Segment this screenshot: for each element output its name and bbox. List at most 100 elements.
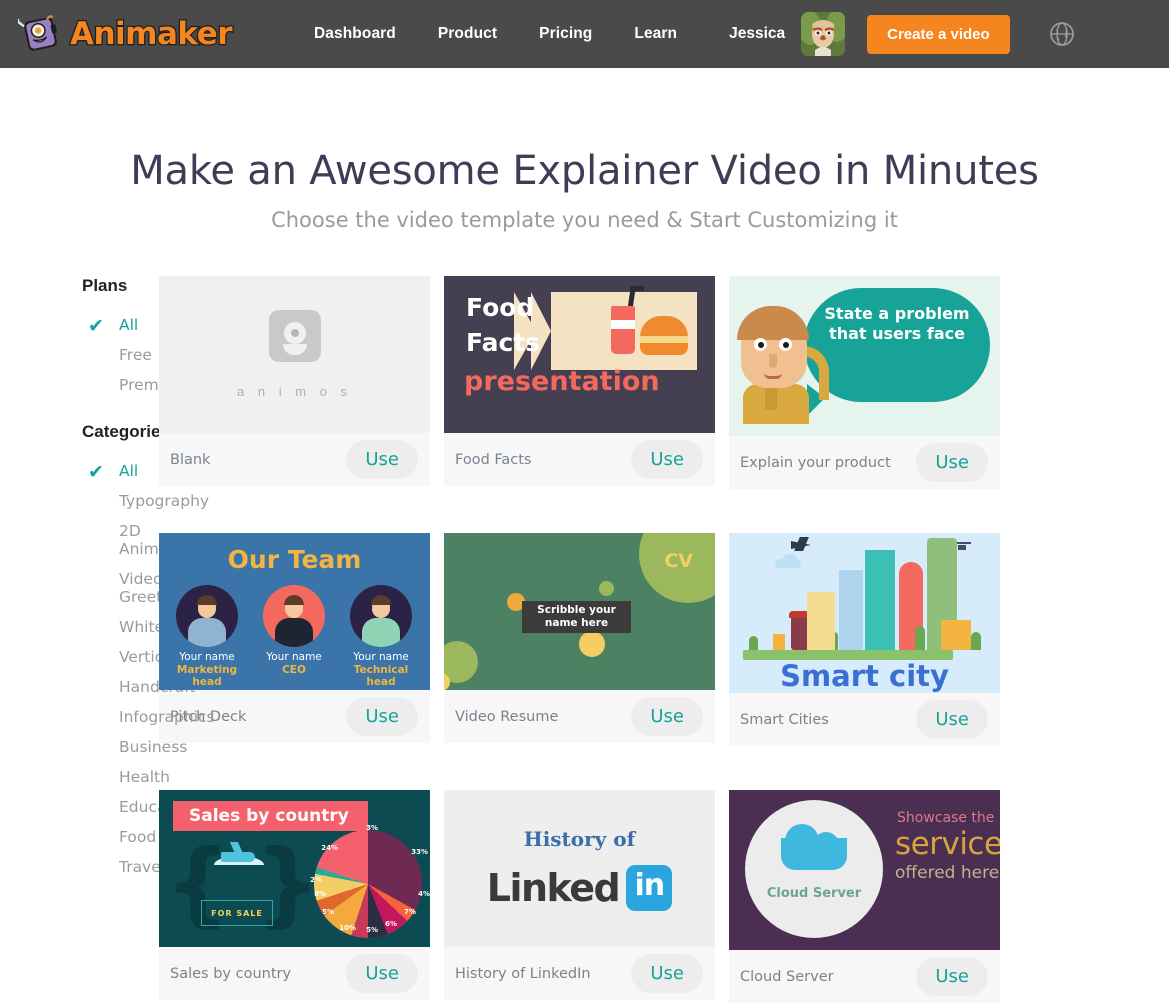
thumb-line-2: Facts — [466, 328, 540, 357]
linked-wordmark: Linked — [487, 866, 620, 910]
template-card-video-resume[interactable]: CV Scribble your name here Video Resume … — [444, 533, 715, 743]
filter-label: Free — [119, 346, 152, 364]
pie-label-2: 2% — [310, 876, 322, 884]
pie-label-7: 7% — [404, 908, 416, 916]
filters-sidebar: Plans ✔ All Free Premium Categories ✔ Al… — [0, 276, 167, 1003]
person-name: Your name — [169, 651, 245, 663]
template-card-cloud-server[interactable]: Cloud Server Showcase the services offer… — [729, 790, 1000, 1003]
banner-text: Sales by country — [189, 806, 349, 826]
speech-bubble: State a problem that users face — [804, 288, 990, 402]
thumb-title: Our Team — [159, 545, 430, 574]
filter-category-whiteboard[interactable]: Whiteboard — [82, 612, 167, 642]
card-footer: Food Facts Use — [444, 433, 715, 486]
template-card-blank[interactable]: a n i m o s Blank Use — [159, 276, 430, 486]
card-footer: Video Resume Use — [444, 690, 715, 743]
filter-plan-premium[interactable]: Premium — [82, 370, 167, 400]
pie-label-3: 3% — [366, 824, 378, 832]
template-card-food-facts[interactable]: Food Facts presentation Food Facts Use — [444, 276, 715, 486]
pie-label-24: 24% — [321, 844, 338, 852]
nav-product[interactable]: Product — [438, 25, 497, 43]
thumb-line-3: presentation — [464, 366, 660, 397]
card-footer: Blank Use — [159, 433, 430, 486]
cloud-icon — [781, 838, 847, 870]
soda-cup-icon — [611, 306, 635, 354]
check-icon: ✔ — [88, 461, 104, 483]
filter-category-all[interactable]: ✔ All — [82, 456, 167, 486]
card-footer: Smart Cities Use — [729, 693, 1000, 746]
hero-section: Make an Awesome Explainer Video in Minut… — [0, 68, 1169, 232]
user-area: Jessica Create a video — [729, 12, 1076, 56]
filter-category-food[interactable]: Food — [82, 822, 167, 852]
history-label: History of — [524, 827, 635, 851]
filter-category-health[interactable]: Health — [82, 762, 167, 792]
use-button[interactable]: Use — [346, 440, 418, 479]
filter-category-handcraft[interactable]: Handcraft — [82, 672, 167, 702]
template-thumbnail: CV Scribble your name here — [444, 533, 715, 690]
user-name[interactable]: Jessica — [729, 25, 785, 43]
use-button[interactable]: Use — [916, 443, 988, 482]
filter-label: Business — [119, 738, 187, 756]
filter-plan-all[interactable]: ✔ All — [82, 310, 167, 340]
template-name: Sales by country — [170, 966, 291, 982]
use-button[interactable]: Use — [631, 954, 703, 993]
create-a-video-button[interactable]: Create a video — [867, 15, 1010, 54]
filter-category-education[interactable]: Education — [82, 792, 167, 822]
in-text: in — [634, 868, 664, 907]
animos-wordmark: a n i m o s — [237, 384, 352, 399]
drone-icon — [958, 545, 966, 550]
card-footer: Sales by country Use — [159, 947, 430, 1000]
nav-dashboard[interactable]: Dashboard — [314, 25, 396, 43]
avatar[interactable] — [801, 12, 845, 56]
template-name: Video Resume — [455, 709, 558, 725]
use-button[interactable]: Use — [916, 957, 988, 996]
filter-category-vertical[interactable]: VerticalNew — [82, 642, 167, 672]
globe-icon[interactable] — [1048, 20, 1076, 48]
logo[interactable]: Animaker — [18, 11, 218, 57]
template-name: History of LinkedIn — [455, 966, 591, 982]
template-card-smart-cities[interactable]: Smart city Smart Cities Use — [729, 533, 1000, 746]
filter-category-typography[interactable]: Typography — [82, 486, 167, 516]
card-footer: Cloud Server Use — [729, 950, 1000, 1003]
use-button[interactable]: Use — [631, 440, 703, 479]
person-name: Your name — [343, 651, 419, 663]
filter-category-video-greeting[interactable]: Video Greeting — [82, 564, 167, 612]
filter-label: Food — [119, 828, 156, 846]
card-footer: History of LinkedIn Use — [444, 947, 715, 1000]
pie-label-33: 33% — [411, 848, 428, 856]
bubble-text: State a problem that users face — [804, 304, 990, 343]
filter-category-business[interactable]: Business — [82, 732, 167, 762]
filter-category-travel[interactable]: Travel — [82, 852, 167, 882]
thumb-banner: Sales by country — [173, 801, 368, 831]
template-thumbnail: Our Team Your name Marketing head Your n… — [159, 533, 430, 690]
filter-category-infographics[interactable]: Infographics — [82, 702, 167, 732]
pie-label-8: 8% — [314, 890, 326, 898]
template-thumbnail: Cloud Server Showcase the services offer… — [729, 790, 1000, 950]
use-button[interactable]: Use — [916, 700, 988, 739]
template-card-slot: State a problem that users face Explain … — [729, 276, 1014, 489]
cv-label: CV — [664, 550, 693, 572]
template-thumbnail: History of Linked in — [444, 790, 715, 947]
animos-logo-icon — [269, 310, 321, 362]
thumb-line-3: offered here — [895, 863, 999, 883]
template-card-history-of-linkedin[interactable]: History of Linked in History of LinkedIn… — [444, 790, 715, 1000]
template-card-sales-by-country[interactable]: Sales by country { } FOR SALE 33% 4% 7% … — [159, 790, 430, 1000]
page-subtitle: Choose the video template you need & Sta… — [0, 208, 1169, 232]
categories-title: Categories — [82, 422, 167, 442]
use-button[interactable]: Use — [346, 697, 418, 736]
burger-icon — [640, 316, 688, 354]
use-button[interactable]: Use — [346, 954, 418, 993]
filter-plan-free[interactable]: Free — [82, 340, 167, 370]
filter-label: Infographics — [119, 708, 215, 726]
pie-label-4: 4% — [418, 890, 430, 898]
animaker-mascot-icon — [18, 11, 64, 57]
nav-learn[interactable]: Learn — [634, 25, 677, 43]
template-thumbnail: State a problem that users face — [729, 276, 1000, 436]
nav-pricing[interactable]: Pricing — [539, 25, 592, 43]
cloud-server-label: Cloud Server — [745, 886, 883, 901]
template-card-explain-your-product[interactable]: State a problem that users face Explain … — [729, 276, 1000, 489]
use-button[interactable]: Use — [631, 697, 703, 736]
linkedin-in-icon: in — [626, 865, 672, 911]
template-name: Food Facts — [455, 452, 532, 468]
filter-category-2d-animation[interactable]: 2D Animation — [82, 516, 167, 564]
template-thumbnail: Food Facts presentation — [444, 276, 715, 433]
